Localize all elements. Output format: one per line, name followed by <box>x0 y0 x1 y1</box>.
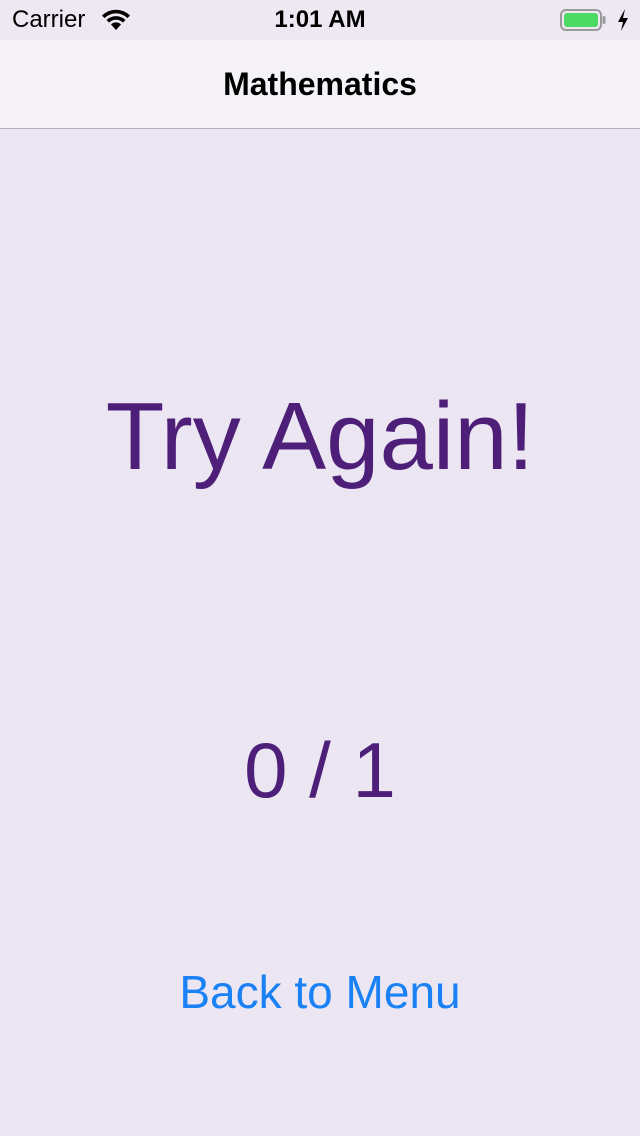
nav-title: Mathematics <box>223 66 417 102</box>
back-to-menu-button[interactable]: Back to Menu <box>120 960 520 1024</box>
status-bar: Carrier 1:01 AM <box>0 0 640 40</box>
quiz-result-screen: Carrier 1:01 AM Mathematics Try Again! 0… <box>0 0 640 1136</box>
score-label: 0 / 1 <box>244 726 396 814</box>
result-message: Try Again! <box>105 383 535 490</box>
charging-bolt-icon <box>618 9 628 31</box>
battery-icon <box>560 9 606 31</box>
status-time: 1:01 AM <box>274 6 366 33</box>
navigation-bar: Mathematics <box>0 40 640 129</box>
